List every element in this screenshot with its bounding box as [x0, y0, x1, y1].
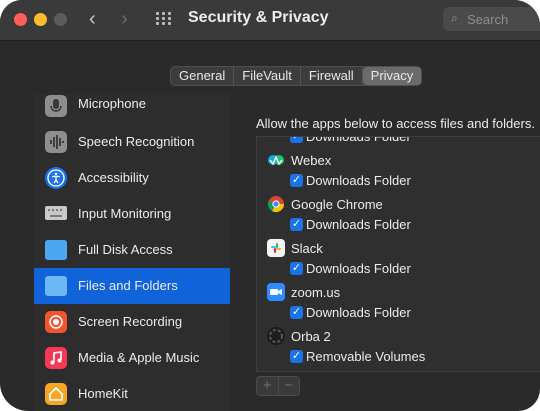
- chrome-icon: [267, 195, 285, 213]
- files-folders-description: Allow the apps below to access files and…: [256, 116, 535, 131]
- sidebar-item-homekit[interactable]: HomeKit: [34, 376, 230, 411]
- sidebar-item-full-disk-access[interactable]: Full Disk Access: [34, 232, 230, 268]
- folder-icon: [45, 276, 67, 296]
- minimize-window-button[interactable]: [34, 13, 47, 26]
- checkbox-checked-icon[interactable]: ✓: [290, 218, 303, 231]
- forward-button[interactable]: ›: [121, 8, 128, 30]
- keyboard-icon: [45, 206, 67, 220]
- tab-bar: General FileVault Firewall Privacy: [170, 66, 423, 86]
- tab-privacy[interactable]: Privacy: [362, 67, 422, 85]
- sidebar-item-microphone[interactable]: Microphone: [34, 94, 230, 124]
- sidebar-item-label: Accessibility: [78, 170, 149, 185]
- sidebar-item-label: Input Monitoring: [78, 206, 172, 221]
- close-window-button[interactable]: [14, 13, 27, 26]
- music-icon: [45, 347, 67, 369]
- sidebar-item-input-monitoring[interactable]: Input Monitoring: [34, 196, 230, 232]
- checkbox-checked-icon[interactable]: ✓: [290, 350, 303, 363]
- back-button[interactable]: ‹: [89, 8, 96, 30]
- search-placeholder: Search: [467, 12, 509, 27]
- sidebar-item-accessibility[interactable]: Accessibility: [34, 160, 230, 196]
- window-title: Security & Privacy: [188, 9, 329, 26]
- checkbox-checked-icon[interactable]: ✓: [290, 174, 303, 187]
- security-privacy-window: ‹ › Security & Privacy ⌕ Search General …: [0, 0, 540, 411]
- home-icon: [45, 383, 67, 405]
- sidebar-item-label: Microphone: [78, 96, 146, 111]
- remove-button[interactable]: −: [279, 377, 300, 395]
- sidebar-item-label: Files and Folders: [78, 278, 178, 293]
- sidebar-item-media-apple-music[interactable]: Media & Apple Music: [34, 340, 230, 376]
- sidebar-item-speech-recognition[interactable]: Speech Recognition: [34, 124, 230, 160]
- app-permissions-list[interactable]: ✓ Downloads Folder Webex ✓ Downloads Fol…: [256, 136, 540, 372]
- sidebar-item-screen-recording[interactable]: Screen Recording: [34, 304, 230, 340]
- sidebar-item-label: Media & Apple Music: [78, 350, 200, 365]
- checkbox-checked-icon[interactable]: ✓: [290, 262, 303, 275]
- add-button[interactable]: +: [257, 377, 279, 395]
- zoom-icon: [267, 283, 285, 301]
- tab-filevault[interactable]: FileVault: [234, 67, 301, 85]
- webex-icon: [267, 151, 285, 169]
- folder-icon: [45, 240, 67, 260]
- waveform-icon: [45, 131, 67, 153]
- title-bar: ‹ › Security & Privacy ⌕ Search: [0, 0, 540, 41]
- record-icon: [45, 311, 67, 333]
- orba-icon: [267, 327, 285, 345]
- slack-icon: [267, 239, 285, 257]
- search-field[interactable]: ⌕ Search: [443, 7, 540, 31]
- accessibility-icon: [45, 167, 67, 189]
- show-all-grid-icon[interactable]: [156, 12, 172, 26]
- sidebar-item-label: HomeKit: [78, 386, 128, 401]
- sidebar-item-label: Full Disk Access: [78, 242, 173, 257]
- search-icon: ⌕: [451, 11, 458, 25]
- add-remove-control: + −: [256, 376, 300, 396]
- privacy-category-list[interactable]: Microphone Speech Recognition Accessibil…: [34, 94, 230, 411]
- sidebar-item-label: Speech Recognition: [78, 134, 195, 149]
- microphone-icon: [45, 95, 67, 117]
- tab-general[interactable]: General: [171, 67, 235, 85]
- sidebar-item-files-and-folders[interactable]: Files and Folders: [34, 268, 230, 304]
- tab-firewall[interactable]: Firewall: [301, 67, 363, 85]
- sidebar-item-label: Screen Recording: [78, 314, 183, 329]
- zoom-window-button[interactable]: [54, 13, 67, 26]
- checkbox-checked-icon[interactable]: ✓: [290, 306, 303, 319]
- checkbox-checked-icon[interactable]: ✓: [290, 137, 303, 143]
